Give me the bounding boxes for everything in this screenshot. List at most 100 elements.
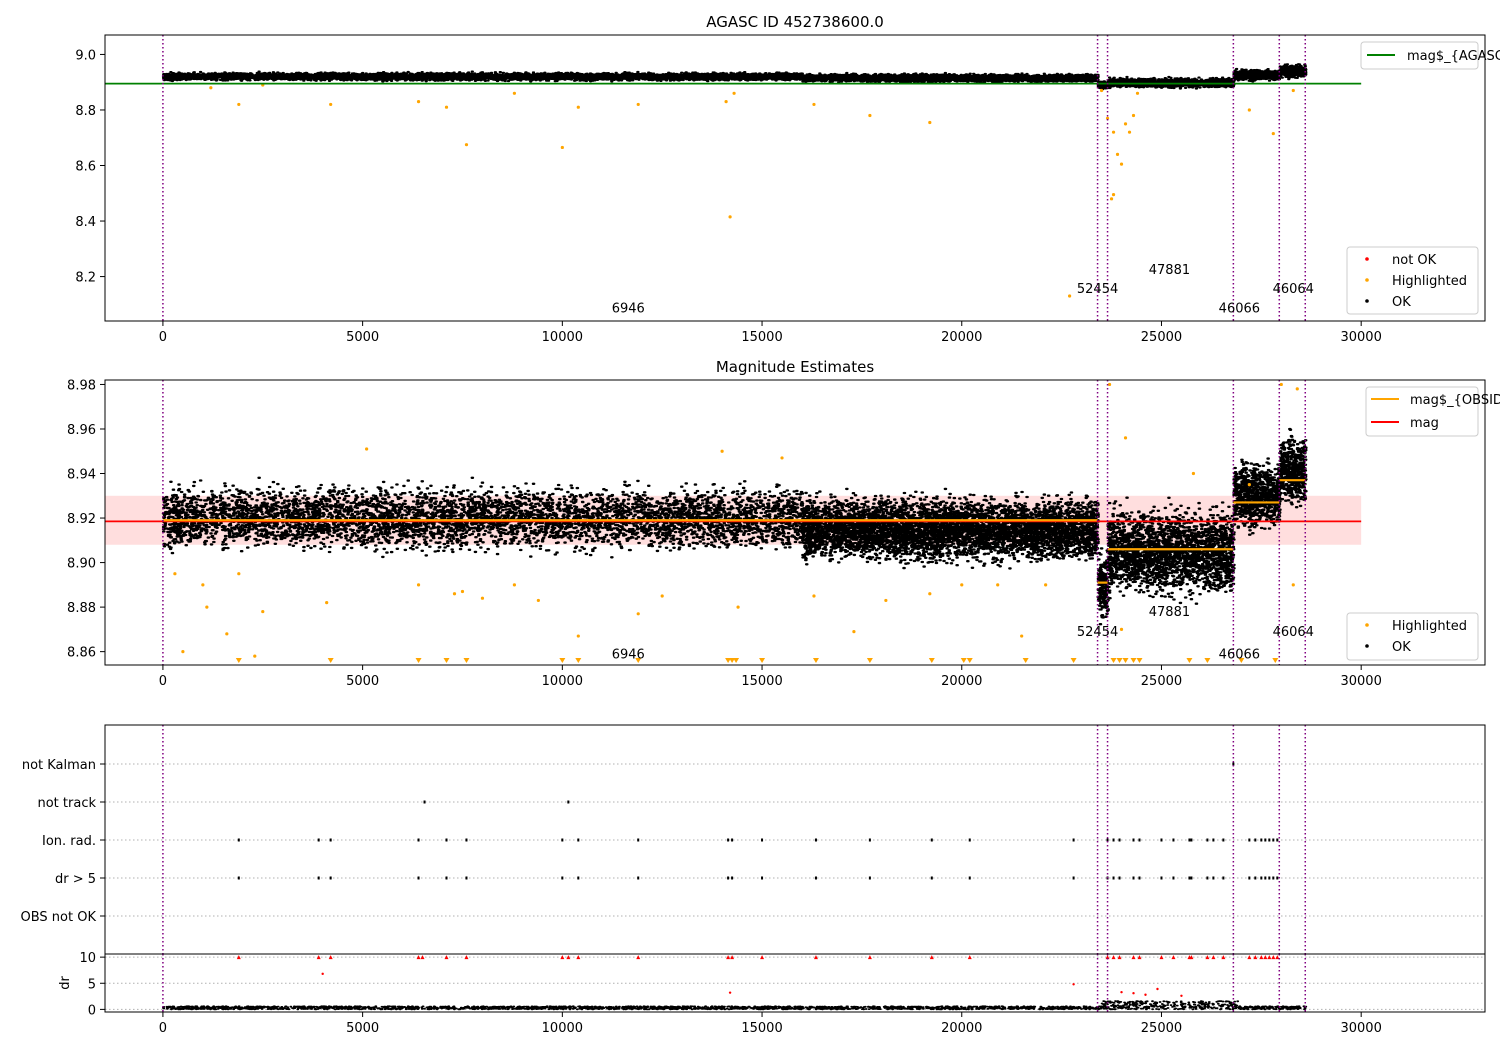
highlighted-point bbox=[576, 634, 580, 638]
highlighted-point bbox=[237, 572, 241, 576]
dr-clipped-marker bbox=[1111, 955, 1116, 960]
highlighted-point bbox=[660, 594, 664, 598]
dr-outlier-point bbox=[1144, 993, 1147, 996]
flag-event-marker bbox=[561, 876, 564, 880]
flag-event-marker bbox=[329, 876, 332, 880]
highlighted-point bbox=[736, 605, 740, 609]
highlighted-point bbox=[812, 102, 816, 107]
highlighted-point bbox=[720, 449, 724, 453]
category-label: dr > 5 bbox=[55, 872, 96, 887]
highlighted-point bbox=[464, 143, 469, 147]
dr-clipped-marker bbox=[967, 955, 972, 960]
y-tick-label: 8.6 bbox=[75, 160, 96, 175]
magnitude-plot-area: 6946 52454 47881 46066 46064 bbox=[105, 380, 1362, 665]
dr-clipped-marker bbox=[636, 955, 641, 960]
clipped-low-marker bbox=[1136, 658, 1143, 663]
dr-clipped-marker bbox=[1211, 955, 1216, 960]
obsid-label: 52454 bbox=[1077, 625, 1118, 640]
x-tick-label: 25000 bbox=[1141, 1021, 1182, 1036]
highlighted-point bbox=[928, 120, 932, 125]
flag-event-marker bbox=[1190, 876, 1193, 880]
dr-outlier-point bbox=[321, 972, 324, 976]
category-label: Ion. rad. bbox=[42, 834, 96, 849]
highlighted-point bbox=[1127, 130, 1132, 134]
obsid-label: 47881 bbox=[1149, 263, 1190, 278]
highlighted-point bbox=[512, 583, 517, 587]
dr-outlier-point bbox=[1120, 990, 1123, 994]
flag-event-marker bbox=[1212, 838, 1215, 842]
legend-marker-swatch bbox=[1365, 644, 1369, 648]
legend-marker-swatch bbox=[1365, 623, 1369, 627]
flag-event-marker bbox=[1072, 838, 1075, 842]
highlighted-point bbox=[181, 650, 185, 654]
ok-point-cloud bbox=[1278, 63, 1308, 81]
flag-event-marker bbox=[1272, 876, 1275, 880]
clipped-low-marker bbox=[1110, 658, 1117, 663]
x-tick-label: 15000 bbox=[741, 674, 782, 689]
highlighted-point bbox=[201, 583, 205, 587]
legend-marker-swatch bbox=[1365, 257, 1369, 261]
clipped-low-marker bbox=[1122, 658, 1129, 663]
ok-point-cloud bbox=[161, 476, 805, 559]
y-tick-label: 8.94 bbox=[67, 468, 96, 483]
dr-axis-label: dr bbox=[58, 976, 73, 990]
highlighted-point bbox=[173, 572, 177, 576]
flag-event-marker bbox=[1138, 876, 1141, 880]
y-tick-label: 8.98 bbox=[67, 378, 96, 393]
dr-point-cloud bbox=[162, 1000, 1308, 1011]
x-tick-label: 0 bbox=[159, 674, 167, 689]
highlighted-point bbox=[1247, 108, 1251, 112]
highlighted-point bbox=[1111, 130, 1116, 134]
dr-clipped-marker bbox=[1263, 955, 1268, 960]
highlighted-point bbox=[1044, 583, 1048, 587]
clipped-low-marker bbox=[733, 658, 740, 663]
y-tick-label: 10 bbox=[79, 951, 96, 966]
legend-top: mag$_{AGASC}$ bbox=[1360, 41, 1500, 70]
figure: AGASC ID 452738600.0 6946 52454 47881 46066… bbox=[21, 13, 1500, 1036]
clipped-low-marker bbox=[960, 658, 967, 663]
obsid-label: 47881 bbox=[1149, 605, 1190, 620]
flag-event-marker bbox=[1118, 838, 1121, 842]
obsid-label: 6946 bbox=[612, 302, 645, 317]
flag-event-marker bbox=[237, 838, 240, 842]
category-label: not Kalman bbox=[22, 758, 96, 773]
flag-event-marker bbox=[567, 800, 570, 804]
flag-event-marker bbox=[423, 800, 426, 804]
obsid-label: 46064 bbox=[1273, 625, 1314, 640]
ok-point-cloud bbox=[800, 71, 1100, 84]
highlighted-point bbox=[560, 145, 564, 150]
highlighted-point bbox=[732, 91, 736, 95]
flag-event-marker bbox=[1260, 876, 1263, 880]
flag-event-marker bbox=[1206, 876, 1209, 880]
clipped-low-marker bbox=[866, 658, 873, 663]
flag-event-marker bbox=[465, 876, 468, 880]
flag-event-marker bbox=[417, 876, 420, 880]
flag-event-marker bbox=[1264, 876, 1267, 880]
legend-bottom: Highlighted OK bbox=[1346, 612, 1479, 661]
flag-event-marker bbox=[1254, 838, 1257, 842]
highlighted-point bbox=[1131, 113, 1136, 118]
highlighted-point bbox=[416, 583, 421, 587]
dr-clipped-marker bbox=[867, 955, 872, 960]
dr-outlier-point bbox=[1072, 983, 1075, 986]
legend-marker-swatch bbox=[1365, 278, 1369, 282]
highlighted-point bbox=[996, 583, 1000, 587]
flag-event-marker bbox=[1112, 876, 1115, 880]
flag-event-marker bbox=[1206, 838, 1209, 842]
flag-event-marker bbox=[1188, 876, 1191, 880]
clipped-low-marker bbox=[1022, 658, 1029, 663]
highlighted-point bbox=[724, 100, 728, 104]
flag-event-marker bbox=[1188, 838, 1191, 842]
flag-event-marker bbox=[637, 876, 640, 880]
x-tick-label: 30000 bbox=[1340, 674, 1381, 689]
highlighted-point bbox=[261, 609, 265, 614]
dr-clipped-marker bbox=[1259, 955, 1264, 960]
highlighted-point bbox=[512, 91, 517, 95]
highlighted-point bbox=[480, 596, 485, 600]
dr-plot-area bbox=[105, 954, 1485, 1012]
flag-event-marker bbox=[637, 838, 640, 842]
x-tick-label: 20000 bbox=[941, 674, 982, 689]
highlighted-point bbox=[325, 601, 329, 605]
flag-event-marker bbox=[1272, 838, 1275, 842]
obsid-label: 46066 bbox=[1219, 302, 1260, 317]
